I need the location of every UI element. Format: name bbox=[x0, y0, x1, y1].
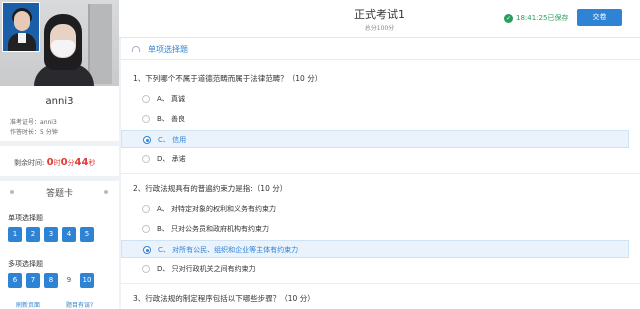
question-nav-6[interactable]: 6 bbox=[8, 273, 22, 288]
q1-option-a[interactable]: A、 真诚 bbox=[121, 90, 629, 108]
section-title: 单项选择题 bbox=[148, 45, 188, 54]
multi-choice-section-label: 多项选择题 bbox=[8, 260, 43, 268]
radio-empty-icon bbox=[142, 155, 150, 163]
exam-id-label: 准考证号： bbox=[10, 119, 41, 126]
check-circle-icon: ✓ bbox=[504, 13, 513, 23]
card-dot-icon bbox=[104, 190, 108, 194]
exam-id-value: anni3 bbox=[40, 119, 57, 126]
question-nav-8[interactable]: 8 bbox=[44, 273, 58, 288]
q2-option-a[interactable]: A、 对特定对象的权利和义务有约束力 bbox=[121, 200, 629, 218]
timer-hours-unit: 时 bbox=[53, 159, 61, 167]
timer-minutes-unit: 分 bbox=[67, 159, 75, 167]
question-nav-9[interactable]: 9 bbox=[62, 273, 76, 288]
radio-selected-icon bbox=[143, 246, 151, 254]
section-header: 单项选择题 bbox=[121, 38, 640, 60]
question-nav-10[interactable]: 10 bbox=[80, 273, 94, 288]
single-choice-grid: 1 2 3 4 5 bbox=[8, 227, 94, 242]
exam-total-score: 总分100分 bbox=[364, 25, 395, 32]
option-label: C、 对所有公民、组织和企业等主体有约束力 bbox=[158, 246, 299, 254]
question-3-text: 3、行政法规的制定程序包括以下哪些步骤？（10 分） bbox=[133, 294, 315, 303]
option-label: A、 对特定对象的权利和义务有约束力 bbox=[157, 205, 277, 213]
answer-card: 答题卡 单项选择题 1 2 3 4 5 多项选择题 6 7 8 9 10 刷新页… bbox=[0, 181, 119, 309]
question-nav-4[interactable]: 4 bbox=[62, 227, 76, 242]
exam-header: 正式考试1 总分100分 ✓ 18:41:25已保存 交卷 bbox=[119, 0, 640, 38]
radio-empty-icon bbox=[142, 95, 150, 103]
remaining-time: 剩余时间: 0时0分44秒 bbox=[0, 146, 119, 176]
single-choice-section-label: 单项选择题 bbox=[8, 214, 43, 222]
option-label: C、 信用 bbox=[158, 136, 187, 144]
timer-hours: 0 bbox=[46, 157, 54, 168]
timer-label: 剩余时间: bbox=[14, 159, 45, 167]
radio-empty-icon bbox=[142, 265, 150, 273]
question-divider bbox=[121, 173, 640, 174]
option-label: B、 善良 bbox=[157, 115, 186, 123]
exam-id-row: 准考证号：anni3 bbox=[10, 117, 57, 126]
question-divider bbox=[121, 283, 640, 284]
timer-seconds: 44 bbox=[74, 157, 89, 168]
id-photo bbox=[2, 2, 40, 52]
radio-empty-icon bbox=[142, 115, 150, 123]
question-panel: 单项选择题 1、下列哪个不属于道德范畴而属于法律范畴？（10 分） A、 真诚 … bbox=[121, 38, 640, 309]
duration-value: 5 分钟 bbox=[40, 129, 58, 136]
q1-option-d[interactable]: D、 承诺 bbox=[121, 150, 629, 168]
question-nav-1[interactable]: 1 bbox=[8, 227, 22, 242]
option-label: D、 承诺 bbox=[157, 155, 186, 163]
timer-minutes: 0 bbox=[60, 157, 68, 168]
webcam-feed bbox=[0, 0, 119, 86]
q1-option-c[interactable]: C、 信用 bbox=[121, 130, 629, 148]
answer-card-title: 答题卡 bbox=[45, 189, 73, 199]
report-issue-link[interactable]: 题目有误? bbox=[66, 300, 93, 309]
question-nav-7[interactable]: 7 bbox=[26, 273, 40, 288]
duration-row: 作答时长：5 分钟 bbox=[10, 127, 58, 136]
question-nav-2[interactable]: 2 bbox=[26, 227, 40, 242]
question-2-text: 2、行政法规具有的普遍约束力是指:（10 分） bbox=[133, 184, 288, 193]
multi-choice-grid: 6 7 8 9 10 bbox=[8, 273, 94, 288]
save-status: ✓ 18:41:25已保存 bbox=[504, 13, 568, 23]
submit-exam-button[interactable]: 交卷 bbox=[577, 9, 622, 26]
radio-empty-icon bbox=[142, 205, 150, 213]
refresh-page-link[interactable]: 刷新页面 bbox=[16, 300, 40, 309]
profile-panel: anni3 准考证号：anni3 作答时长：5 分钟 bbox=[0, 0, 119, 141]
option-label: D、 只对行政机关之间有约束力 bbox=[157, 265, 256, 273]
question-1-text: 1、下列哪个不属于道德范畴而属于法律范畴？（10 分） bbox=[133, 74, 323, 83]
save-status-text: 18:41:25已保存 bbox=[516, 14, 569, 22]
section-icon bbox=[132, 46, 140, 52]
radio-empty-icon bbox=[142, 225, 150, 233]
option-label: B、 只对公务员和政府机构有约束力 bbox=[157, 225, 270, 233]
question-nav-5[interactable]: 5 bbox=[80, 227, 94, 242]
duration-label: 作答时长： bbox=[10, 129, 41, 136]
sidebar: anni3 准考证号：anni3 作答时长：5 分钟 剩余时间: 0时0分44秒… bbox=[0, 0, 119, 309]
q2-option-d[interactable]: D、 只对行政机关之间有约束力 bbox=[121, 260, 629, 278]
q1-option-b[interactable]: B、 善良 bbox=[121, 110, 629, 128]
q2-option-c[interactable]: C、 对所有公民、组织和企业等主体有约束力 bbox=[121, 240, 629, 258]
question-nav-3[interactable]: 3 bbox=[44, 227, 58, 242]
option-label: A、 真诚 bbox=[157, 95, 186, 103]
radio-selected-icon bbox=[143, 136, 151, 144]
student-name: anni3 bbox=[45, 96, 74, 107]
timer-seconds-unit: 秒 bbox=[88, 159, 96, 167]
q2-option-b[interactable]: B、 只对公务员和政府机构有约束力 bbox=[121, 220, 629, 238]
